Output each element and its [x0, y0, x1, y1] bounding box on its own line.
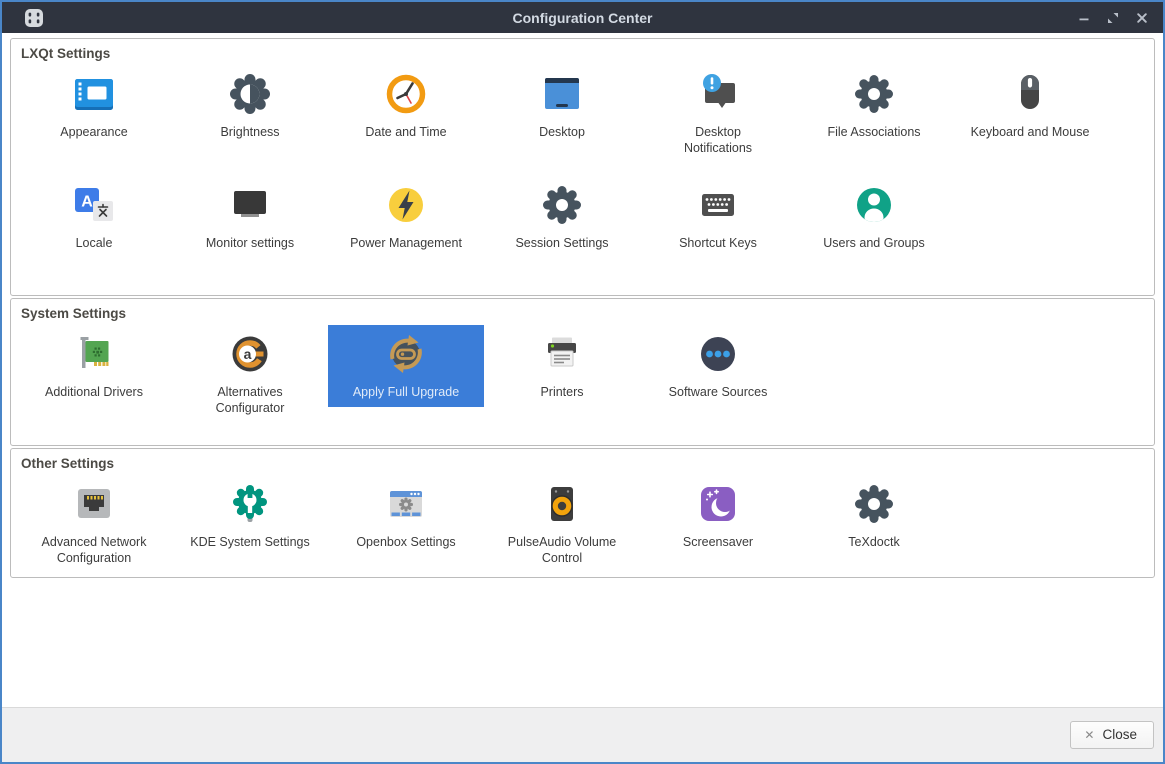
configuration-center-window: Configuration Center LXQt Settings Appea…	[0, 0, 1165, 764]
titlebar[interactable]: Configuration Center	[2, 2, 1163, 33]
launcher-pulseaudio[interactable]: PulseAudio Volume Control	[484, 475, 640, 572]
appearance-icon	[70, 70, 118, 118]
launcher-desktop[interactable]: Desktop	[484, 65, 640, 147]
close-button[interactable]: ✕ Close	[1070, 721, 1154, 749]
file-associations-icon	[850, 70, 898, 118]
launcher-apply-full-upgrade[interactable]: Apply Full Upgrade	[328, 325, 484, 407]
texdoctk-icon	[850, 480, 898, 528]
launcher-additional-drivers[interactable]: Additional Drivers	[16, 325, 172, 407]
launcher-date-time[interactable]: Date and Time	[328, 65, 484, 147]
section-title: Other Settings	[21, 456, 115, 471]
launcher-users-groups[interactable]: Users and Groups	[796, 176, 952, 258]
sections-container: LXQt Settings Appearance Brightness Date…	[2, 33, 1163, 707]
apply-full-upgrade-icon	[382, 330, 430, 378]
maximize-button[interactable]	[1105, 10, 1121, 26]
settings-section: Other Settings Advanced Network Configur…	[10, 448, 1155, 578]
launcher-keyboard-mouse[interactable]: Keyboard and Mouse	[952, 65, 1108, 147]
launcher-locale[interactable]: A Locale	[16, 176, 172, 258]
launcher-kde-settings[interactable]: KDE System Settings	[172, 475, 328, 557]
date-time-icon	[382, 70, 430, 118]
launcher-software-sources[interactable]: Software Sources	[640, 325, 796, 407]
additional-drivers-icon	[70, 330, 118, 378]
maximize-icon	[1108, 12, 1118, 23]
launcher-session-settings[interactable]: Session Settings	[484, 176, 640, 258]
launcher-appearance[interactable]: Appearance	[16, 65, 172, 147]
desktop-icon	[538, 70, 586, 118]
items-grid: Additional Drivers a Alternatives Config…	[16, 325, 1149, 422]
keyboard-mouse-icon	[1006, 70, 1054, 118]
locale-icon: A	[70, 181, 118, 229]
launcher-alternatives-configurator[interactable]: a Alternatives Configurator	[172, 325, 328, 422]
items-grid: Advanced Network Configuration KDE Syste…	[16, 475, 1149, 572]
svg-text:A: A	[81, 194, 93, 211]
shortcut-keys-icon	[694, 181, 742, 229]
window-title: Configuration Center	[512, 9, 653, 26]
launcher-power-management[interactable]: Power Management	[328, 176, 484, 258]
brightness-icon	[226, 70, 274, 118]
settings-section: System Settings Additional Drivers a Alt…	[10, 298, 1155, 446]
window-controls	[1076, 10, 1163, 26]
svg-text:a: a	[244, 346, 252, 362]
close-button-icon: ✕	[1084, 727, 1095, 742]
software-sources-icon	[694, 330, 742, 378]
advanced-network-icon	[70, 480, 118, 528]
pulseaudio-icon	[538, 480, 586, 528]
openbox-settings-icon	[382, 480, 430, 528]
close-button-label: Close	[1102, 727, 1137, 742]
items-grid: Appearance Brightness Date and Time Desk…	[16, 65, 1149, 258]
footer: ✕ Close	[2, 707, 1163, 762]
users-groups-icon	[850, 181, 898, 229]
section-title: System Settings	[21, 306, 127, 321]
monitor-settings-icon	[226, 181, 274, 229]
launcher-shortcut-keys[interactable]: Shortcut Keys	[640, 176, 796, 258]
launcher-screensaver[interactable]: Screensaver	[640, 475, 796, 557]
launcher-openbox-settings[interactable]: Openbox Settings	[328, 475, 484, 557]
app-icon	[24, 8, 44, 28]
close-window-button[interactable]	[1134, 10, 1150, 26]
settings-section: LXQt Settings Appearance Brightness Date…	[10, 38, 1155, 296]
launcher-texdoctk[interactable]: TeXdoctk	[796, 475, 952, 557]
launcher-printers[interactable]: Printers	[484, 325, 640, 407]
launcher-monitor-settings[interactable]: Monitor settings	[172, 176, 328, 258]
launcher-brightness[interactable]: Brightness	[172, 65, 328, 147]
power-management-icon	[382, 181, 430, 229]
desktop-notifications-icon	[694, 70, 742, 118]
session-settings-icon	[538, 181, 586, 229]
screensaver-icon	[694, 480, 742, 528]
section-title: LXQt Settings	[21, 46, 111, 61]
kde-settings-icon	[226, 480, 274, 528]
launcher-advanced-network[interactable]: Advanced Network Configuration	[16, 475, 172, 572]
launcher-file-associations[interactable]: File Associations	[796, 65, 952, 147]
minimize-button[interactable]	[1076, 10, 1092, 26]
minimize-icon	[1079, 18, 1089, 20]
printers-icon	[538, 330, 586, 378]
alternatives-configurator-icon: a	[226, 330, 274, 378]
close-icon	[1137, 12, 1147, 23]
launcher-desktop-notifications[interactable]: Desktop Notifications	[640, 65, 796, 162]
